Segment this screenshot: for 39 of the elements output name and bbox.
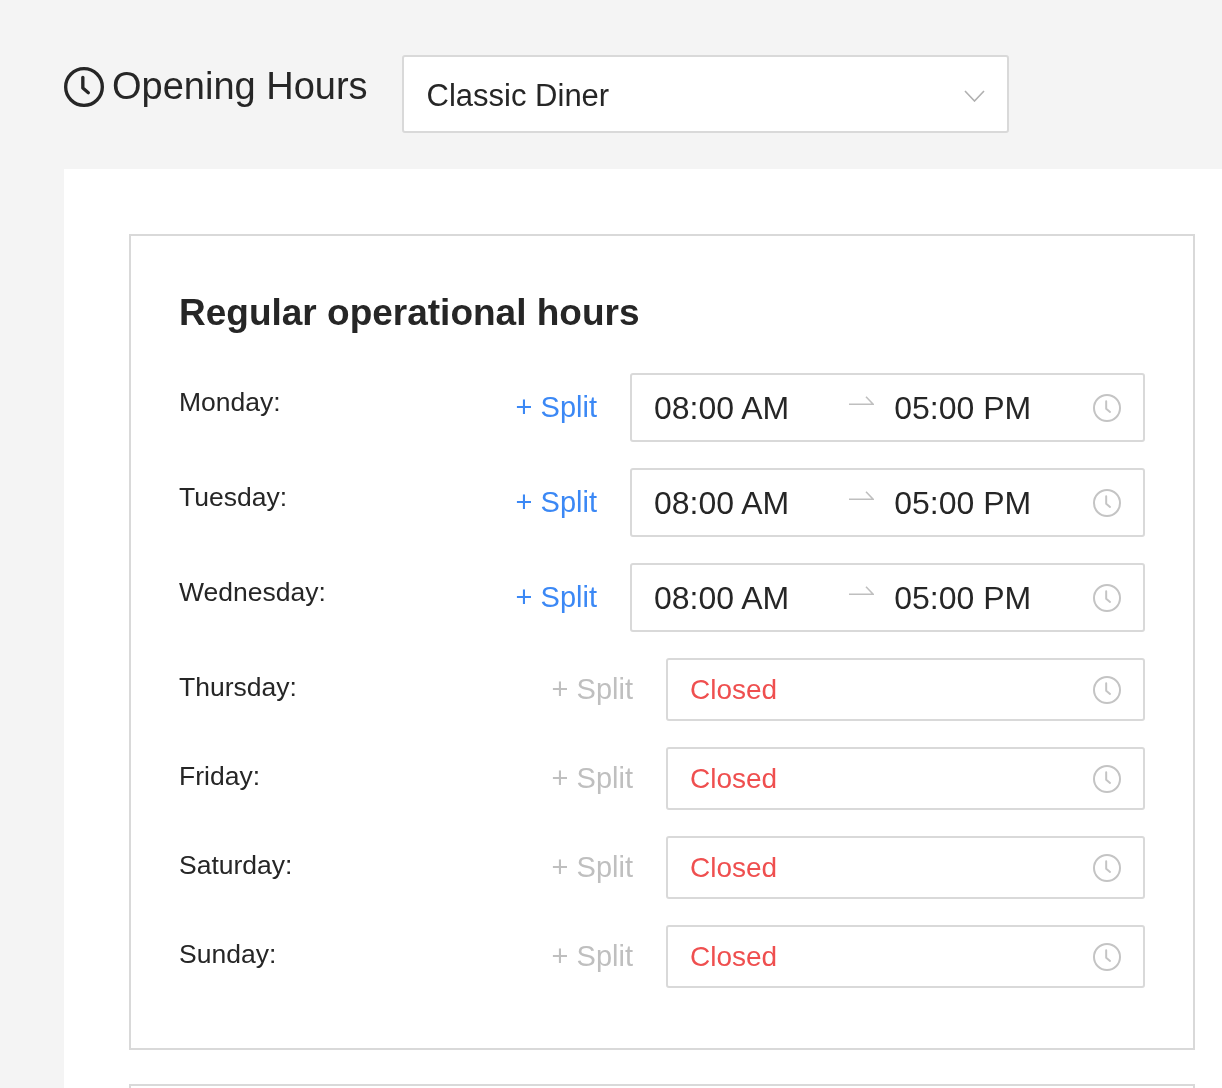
restaurant-select[interactable]: Classic Diner [401,55,1009,133]
clock-icon [1093,853,1121,882]
closed-status: Closed [690,672,778,707]
clock-icon [64,67,104,107]
start-time-input[interactable]: 08:00 AM [654,577,790,618]
closed-status: Closed [690,850,778,885]
day-label: Friday: [179,760,261,793]
start-time-input[interactable]: 08:00 AM [654,482,790,523]
clock-icon [1093,583,1121,612]
day-label: Saturday: [179,849,294,882]
split-button[interactable]: + Split [515,580,597,615]
day-label: Sunday: [179,938,278,971]
day-label: Wednesday: [179,576,327,609]
end-time-input[interactable]: 05:00 PM [894,577,1032,618]
clock-icon [1093,764,1121,793]
hours-field[interactable]: Closed [666,925,1145,988]
clock-icon [1093,393,1121,422]
split-button[interactable]: + Split [515,485,597,520]
time-range-field[interactable]: 08:00 AM 05:00 PM [630,373,1145,442]
split-button[interactable]: + Split [515,390,597,425]
clock-icon [1093,488,1121,517]
time-range-field[interactable]: 08:00 AM 05:00 PM [630,563,1145,632]
day-label: Monday: [179,386,282,419]
clock-icon [1093,942,1121,971]
closed-status: Closed [690,939,778,974]
time-range-field[interactable]: 08:00 AM 05:00 PM [630,468,1145,537]
card-title: Regular operational hours [179,291,641,335]
page-title: Opening Hours [112,65,368,109]
hours-field[interactable]: Closed [666,747,1145,810]
end-time-input[interactable]: 05:00 PM [894,482,1032,523]
end-time-input[interactable]: 05:00 PM [894,387,1032,428]
chevron-down-icon [963,90,985,102]
hours-field[interactable]: Closed [666,658,1145,721]
start-time-input[interactable]: 08:00 AM [654,387,790,428]
hours-field[interactable]: Closed [666,836,1145,899]
clock-icon [1093,675,1121,704]
day-label: Tuesday: [179,481,289,514]
closed-status: Closed [690,761,778,796]
day-label: Thursday: [179,671,298,704]
